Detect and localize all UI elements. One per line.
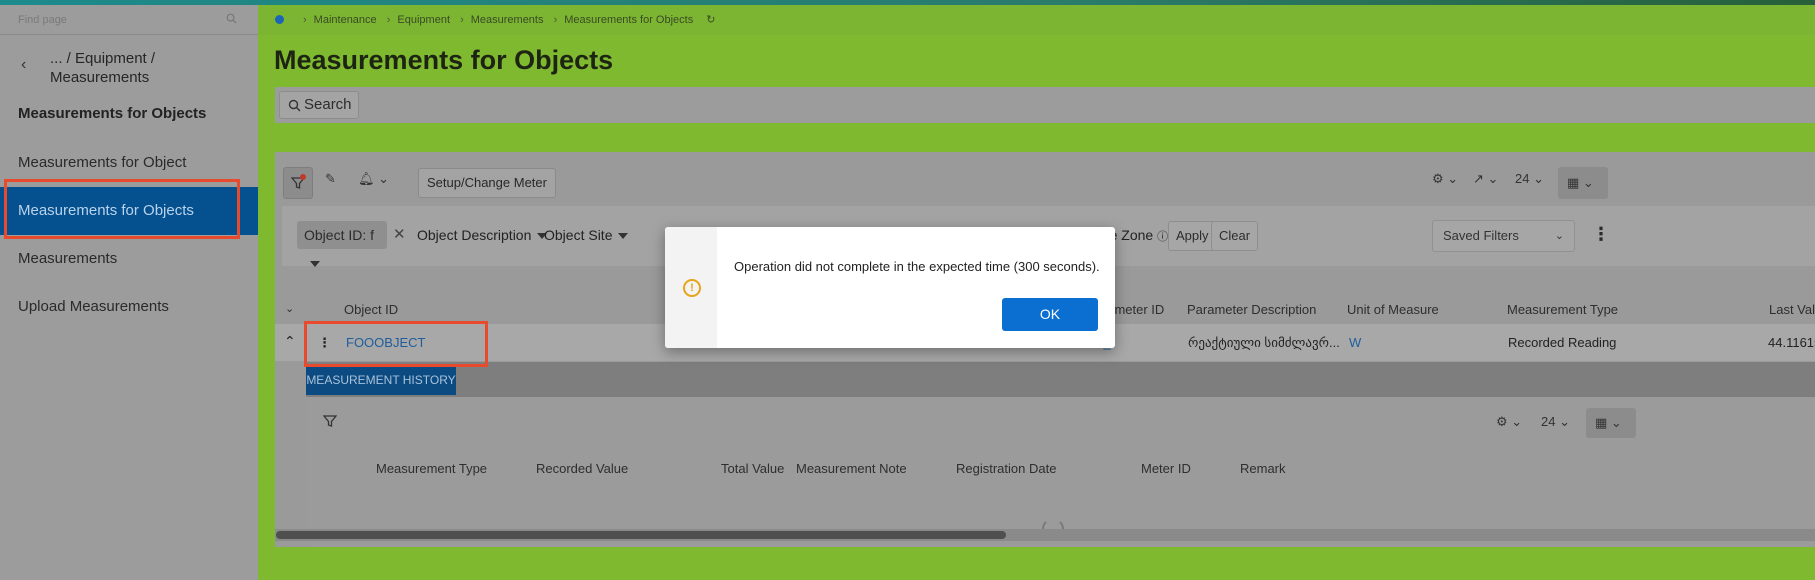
column-header-parameter-description[interactable]: Parameter Description bbox=[1187, 302, 1316, 317]
filter-object-description[interactable]: Object Description bbox=[417, 227, 548, 243]
dialog-message: Operation did not complete in the expect… bbox=[734, 259, 1100, 274]
column-header-last-value[interactable]: Last Valu bbox=[1769, 302, 1815, 317]
refresh-icon[interactable]: ↻ bbox=[706, 14, 715, 26]
close-icon[interactable]: ✕ bbox=[393, 225, 406, 243]
home-icon[interactable] bbox=[275, 15, 284, 24]
breadcrumb-equipment[interactable]: Equipment bbox=[397, 14, 450, 26]
find-page-input[interactable]: Find page bbox=[18, 14, 67, 26]
column-header-unit-of-measure[interactable]: Unit of Measure bbox=[1347, 302, 1439, 317]
setup-change-meter-button[interactable]: Setup/Change Meter bbox=[418, 168, 556, 198]
search-icon bbox=[226, 13, 237, 24]
page-size-select[interactable]: 24 ⌄ bbox=[1515, 171, 1544, 187]
find-page-search[interactable]: Find page bbox=[0, 5, 258, 35]
measurement-history-panel: MEASUREMENT HISTORY ⚙ ⌄ 24 ⌄ ▦ ⌄ Measure… bbox=[306, 362, 1815, 547]
chevron-right-icon: › bbox=[386, 14, 391, 26]
more-options-icon[interactable]: ⋮ bbox=[1592, 224, 1610, 245]
filter-object-site-label: Object Site bbox=[544, 227, 613, 243]
back-navigation[interactable]: ‹ ... / Equipment / Measurements bbox=[0, 43, 258, 87]
breadcrumb-measurements[interactable]: Measurements bbox=[471, 14, 544, 26]
history-view-toggle[interactable]: ▦ ⌄ bbox=[1586, 408, 1636, 438]
highlight-box-sidebar bbox=[4, 179, 240, 239]
breadcrumb-maintenance[interactable]: Maintenance bbox=[314, 14, 377, 26]
chevron-up-icon[interactable]: ⌃ bbox=[284, 333, 296, 350]
filter-object-site[interactable]: Object Site bbox=[544, 227, 629, 243]
history-header-meter-id[interactable]: Meter ID bbox=[1141, 461, 1191, 476]
parameter-description-cell: რეაქტიული სიმძლავრ... bbox=[1188, 335, 1340, 350]
ok-button[interactable]: OK bbox=[1002, 298, 1098, 331]
filter-icon[interactable] bbox=[323, 414, 337, 428]
history-header-total-value[interactable]: Total Value bbox=[721, 461, 784, 476]
history-header-measurement-note[interactable]: Measurement Note bbox=[796, 461, 907, 476]
apply-button[interactable]: Apply bbox=[1168, 221, 1217, 251]
column-header-object-id[interactable]: Object ID bbox=[344, 302, 398, 317]
sidebar-section-title: Measurements for Objects bbox=[18, 105, 207, 122]
search-icon bbox=[288, 99, 301, 112]
chevron-down-icon: ⌄ bbox=[1554, 230, 1564, 242]
tab-measurement-history[interactable]: MEASUREMENT HISTORY bbox=[306, 365, 456, 395]
filter-object-description-label: Object Description bbox=[417, 227, 532, 243]
chevron-left-icon[interactable]: ‹ bbox=[21, 56, 26, 74]
filter-chip-object-id[interactable]: Object ID: f bbox=[297, 221, 387, 268]
active-filter-indicator bbox=[300, 174, 306, 180]
clear-button[interactable]: Clear bbox=[1211, 221, 1259, 251]
breadcrumb: › Maintenance › Equipment › Measurements › M… bbox=[258, 5, 1815, 35]
data-panel: ✎ 🔔︎ ⌄ Setup/Change Meter ⚙ ⌄ ↗ ⌄ 24 ⌄ ▦… bbox=[275, 152, 1815, 547]
chevron-right-icon: › bbox=[553, 14, 558, 26]
history-page-size-select[interactable]: 24 ⌄ bbox=[1541, 414, 1570, 430]
dropdown-arrow-icon bbox=[310, 261, 320, 268]
chevron-right-icon: › bbox=[460, 14, 464, 26]
search-button-label: Search bbox=[304, 96, 352, 113]
timeout-dialog: ! Operation did not complete in the expe… bbox=[665, 227, 1115, 348]
page-title: Measurements for Objects bbox=[274, 45, 614, 75]
bell-icon[interactable]: 🔔︎ ⌄ bbox=[358, 171, 389, 187]
saved-filters-label: Saved Filters bbox=[1443, 228, 1519, 243]
breadcrumb-current: Measurements for Objects bbox=[564, 14, 694, 26]
search-button[interactable]: Search bbox=[279, 91, 359, 119]
warning-icon: ! bbox=[683, 279, 701, 297]
history-header-recorded-value[interactable]: Recorded Value bbox=[536, 461, 628, 476]
measurement-type-cell: Recorded Reading bbox=[1508, 335, 1617, 350]
edit-icon[interactable]: ✎ bbox=[325, 171, 336, 187]
table-icon: ▦ ⌄ bbox=[1567, 175, 1594, 190]
horizontal-scrollbar[interactable] bbox=[275, 529, 1815, 541]
last-value-cell: 44.11615 bbox=[1768, 335, 1815, 350]
back-path-label: ... / Equipment / Measurements bbox=[50, 50, 156, 86]
unit-link[interactable]: W bbox=[1349, 335, 1361, 350]
history-page-size-value: 24 bbox=[1541, 414, 1556, 429]
filter-chip-label: Object ID: f bbox=[304, 227, 375, 243]
column-header-measurement-type[interactable]: Measurement Type bbox=[1507, 302, 1618, 317]
dropdown-arrow-icon bbox=[618, 233, 629, 240]
sidebar-item-measurements[interactable]: Measurements bbox=[0, 235, 258, 283]
search-bar: Search bbox=[275, 87, 1815, 123]
table-icon: ▦ ⌄ bbox=[1595, 415, 1622, 430]
history-header-registration-date[interactable]: Registration Date bbox=[956, 461, 1056, 476]
export-icon[interactable]: ↗ ⌄ bbox=[1473, 171, 1498, 187]
sidebar-item-upload-measurements[interactable]: Upload Measurements bbox=[0, 283, 258, 331]
info-icon: ⓘ bbox=[1157, 231, 1169, 243]
history-header-remark[interactable]: Remark bbox=[1240, 461, 1286, 476]
highlight-box-row bbox=[304, 321, 488, 367]
sidebar: Find page ‹ ... / Equipment / Measuremen… bbox=[0, 5, 258, 580]
page-size-value: 24 bbox=[1515, 171, 1530, 186]
history-table: ⚙ ⌄ 24 ⌄ ▦ ⌄ Measurement Type Recorded V… bbox=[306, 397, 1815, 547]
history-header-measurement-type[interactable]: Measurement Type bbox=[376, 461, 487, 476]
saved-filters-select[interactable]: Saved Filters ⌄ bbox=[1432, 220, 1575, 252]
settings-icon[interactable]: ⚙ ⌄ bbox=[1496, 414, 1522, 430]
view-toggle-button[interactable]: ▦ ⌄ bbox=[1558, 167, 1608, 199]
expand-all-icon[interactable]: ⌄ bbox=[285, 302, 294, 315]
filter-toggle-button[interactable] bbox=[283, 167, 313, 199]
chevron-right-icon: › bbox=[303, 14, 307, 26]
settings-icon[interactable]: ⚙ ⌄ bbox=[1432, 171, 1458, 187]
scrollbar-thumb[interactable] bbox=[276, 531, 1006, 539]
